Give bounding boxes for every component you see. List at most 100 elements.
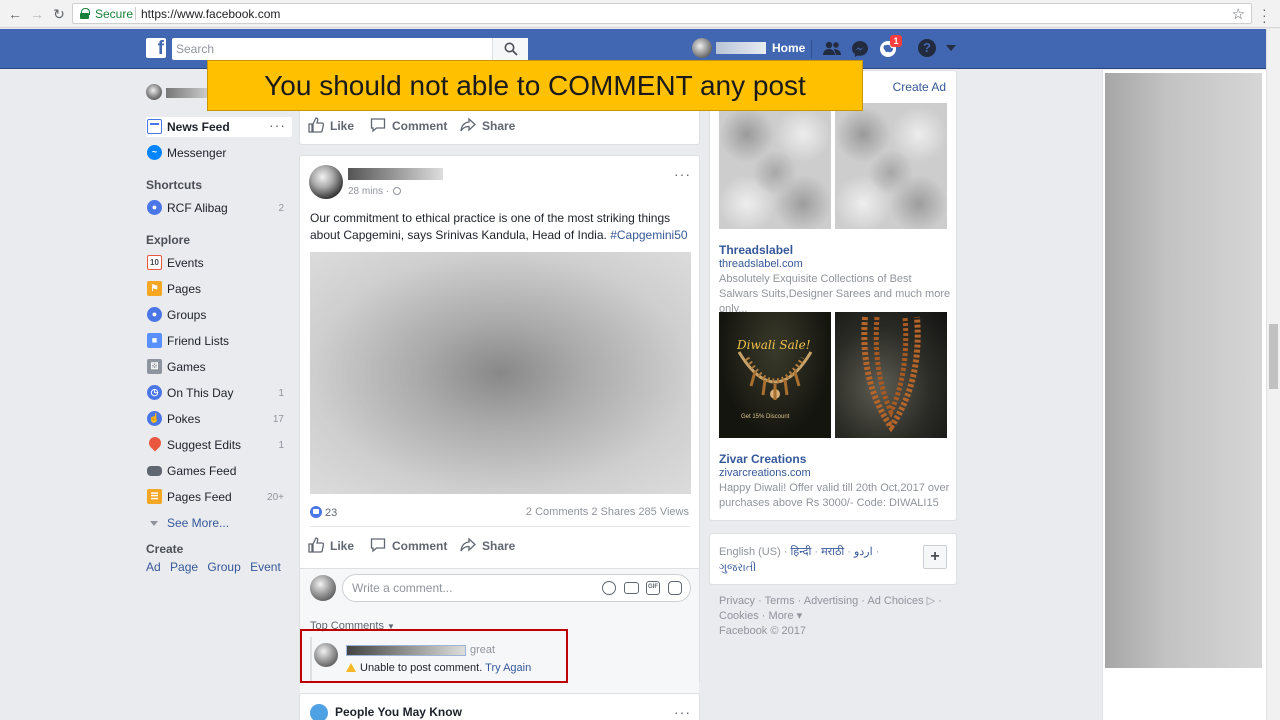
- sidebar-item-messenger[interactable]: ~ Messenger: [146, 143, 292, 163]
- comments-count-link[interactable]: 2 Comments: [526, 506, 588, 518]
- create-ad-link[interactable]: Ad: [146, 560, 161, 574]
- address-separator: [135, 7, 136, 20]
- friend-requests-icon[interactable]: [822, 39, 842, 59]
- sidebar-item-pages[interactable]: ⚑ Pages: [146, 279, 292, 299]
- annotation-banner: You should not able to COMMENT any post: [207, 60, 863, 111]
- sidebar-item-count: 2: [278, 203, 284, 214]
- comment-box: GIF: [342, 574, 691, 602]
- ad-choices-icon: ▷: [923, 595, 936, 607]
- sidebar-item-games[interactable]: ⚄ Games: [146, 357, 292, 377]
- threadslabel-ad-image-1[interactable]: [719, 103, 831, 229]
- sidebar-item-news-feed[interactable]: News Feed ···: [146, 117, 292, 137]
- add-language-button[interactable]: +: [923, 545, 947, 569]
- emoji-icon[interactable]: [602, 581, 616, 595]
- scrollbar-thumb[interactable]: [1269, 324, 1278, 389]
- language-selector-card: English (US) · हिन्दी · मराठी · اردو · ગ…: [709, 533, 957, 585]
- like-reaction-icon: [310, 506, 322, 518]
- search-button[interactable]: [492, 38, 528, 60]
- create-group-link[interactable]: Group: [207, 560, 240, 574]
- share-button[interactable]: Share: [460, 117, 515, 133]
- gif-icon[interactable]: GIF: [646, 581, 660, 595]
- shares-count-link[interactable]: 2 Shares: [591, 506, 635, 518]
- camera-icon[interactable]: [624, 582, 639, 594]
- language-gujarati[interactable]: ગુજરાતી: [719, 562, 756, 574]
- profile-avatar[interactable]: [692, 38, 712, 58]
- create-heading: Create: [146, 542, 184, 556]
- language-hindi[interactable]: हिन्दी: [791, 546, 812, 558]
- cookies-link[interactable]: Cookies: [719, 610, 759, 622]
- address-bar[interactable]: Secure https://www.facebook.com ☆: [72, 3, 1252, 24]
- page-scrollbar[interactable]: [1266, 29, 1280, 720]
- create-page-link[interactable]: Page: [170, 560, 198, 574]
- post-author-name-blurred[interactable]: [348, 168, 443, 180]
- post-image-blurred[interactable]: [310, 252, 691, 494]
- zivar-ad-image-1[interactable]: Diwali Sale! Get 15% Discount: [719, 312, 831, 438]
- copyright: Facebook © 2017: [719, 625, 806, 637]
- left-profile-avatar[interactable]: [146, 84, 162, 100]
- profile-name-blurred[interactable]: [716, 42, 766, 54]
- sidebar-item-suggest-edits[interactable]: Suggest Edits 1: [146, 434, 292, 455]
- create-ad-link[interactable]: Create Ad: [893, 80, 946, 94]
- reaction-summary[interactable]: 23: [310, 506, 337, 519]
- browser-menu-icon[interactable]: · · ·: [1262, 2, 1267, 28]
- sidebar-item-pokes[interactable]: ☝ Pokes 17: [146, 409, 292, 429]
- facebook-logo-icon[interactable]: f: [146, 38, 166, 59]
- comment-button[interactable]: Comment: [370, 118, 447, 133]
- sticker-icon[interactable]: [668, 581, 682, 595]
- ad-choices-link[interactable]: Ad Choices: [867, 595, 923, 607]
- zivar-ad-image-2[interactable]: [835, 312, 947, 438]
- sidebar-item-rcf-alibag[interactable]: ● RCF Alibag 2: [146, 198, 292, 218]
- sidebar-item-label: On This Day: [167, 386, 234, 400]
- comment-input[interactable]: [343, 575, 583, 601]
- friend-lists-icon: ■: [147, 333, 162, 348]
- like-button[interactable]: Like: [308, 117, 354, 133]
- sidebar-item-on-this-day[interactable]: ◷ On This Day 1: [146, 383, 292, 403]
- see-more-link[interactable]: See More...: [146, 513, 292, 533]
- forward-icon[interactable]: →: [28, 5, 46, 23]
- back-icon[interactable]: ←: [6, 5, 24, 23]
- sidebar-item-games-feed[interactable]: Games Feed: [146, 461, 292, 481]
- url-text[interactable]: https://www.facebook.com: [141, 7, 280, 21]
- current-language: English (US): [719, 546, 781, 558]
- sidebar-item-events[interactable]: 10 Events: [146, 253, 292, 273]
- messenger-icon[interactable]: [850, 39, 870, 59]
- left-profile-name-blurred[interactable]: [166, 88, 208, 98]
- share-button[interactable]: Share: [460, 537, 515, 553]
- sidebar-item-groups[interactable]: ● Groups: [146, 305, 292, 325]
- language-urdu[interactable]: اردو: [854, 546, 873, 558]
- threadslabel-ad-image-2[interactable]: [835, 103, 947, 229]
- post-options-icon[interactable]: ···: [674, 166, 691, 182]
- commenter-avatar: [310, 575, 336, 601]
- comment-button[interactable]: Comment: [370, 538, 447, 553]
- group-icon: ●: [147, 200, 162, 215]
- games-icon: ⚄: [147, 359, 162, 374]
- account-menu-caret-icon[interactable]: [946, 45, 956, 51]
- ad-domain[interactable]: zivarcreations.com: [719, 467, 811, 479]
- thumbs-up-icon: [308, 117, 324, 133]
- ad-title[interactable]: Zivar Creations: [719, 452, 806, 466]
- sidebar-item-label: Games Feed: [167, 464, 237, 478]
- ad-domain[interactable]: threadslabel.com: [719, 258, 803, 270]
- map-pin-icon: [146, 434, 164, 452]
- help-icon[interactable]: ?: [918, 39, 936, 57]
- language-marathi[interactable]: मराठी: [821, 546, 844, 558]
- sidebar-item-friend-lists[interactable]: ■ Friend Lists: [146, 331, 292, 351]
- reload-icon[interactable]: ↻: [50, 5, 68, 23]
- create-event-link[interactable]: Event: [250, 560, 281, 574]
- pymk-options-icon[interactable]: ···: [674, 704, 691, 720]
- bookmark-star-icon[interactable]: ☆: [1232, 5, 1245, 23]
- people-icon: [310, 704, 328, 720]
- more-link[interactable]: More: [769, 610, 794, 622]
- sidebar-item-pages-feed[interactable]: ☰ Pages Feed 20+: [146, 487, 292, 507]
- terms-link[interactable]: Terms: [765, 595, 795, 607]
- privacy-link[interactable]: Privacy: [719, 595, 755, 607]
- post-timestamp[interactable]: 28 mins ·: [348, 186, 402, 197]
- like-button[interactable]: Like: [308, 537, 354, 553]
- advertising-link[interactable]: Advertising: [804, 595, 858, 607]
- ad-title[interactable]: Threadslabel: [719, 243, 793, 257]
- home-link[interactable]: Home: [772, 41, 805, 55]
- hashtag-link[interactable]: #Capgemini50: [610, 228, 687, 242]
- post-author-avatar[interactable]: [309, 165, 343, 199]
- more-options-icon[interactable]: ···: [269, 117, 286, 133]
- search-input[interactable]: [172, 38, 490, 60]
